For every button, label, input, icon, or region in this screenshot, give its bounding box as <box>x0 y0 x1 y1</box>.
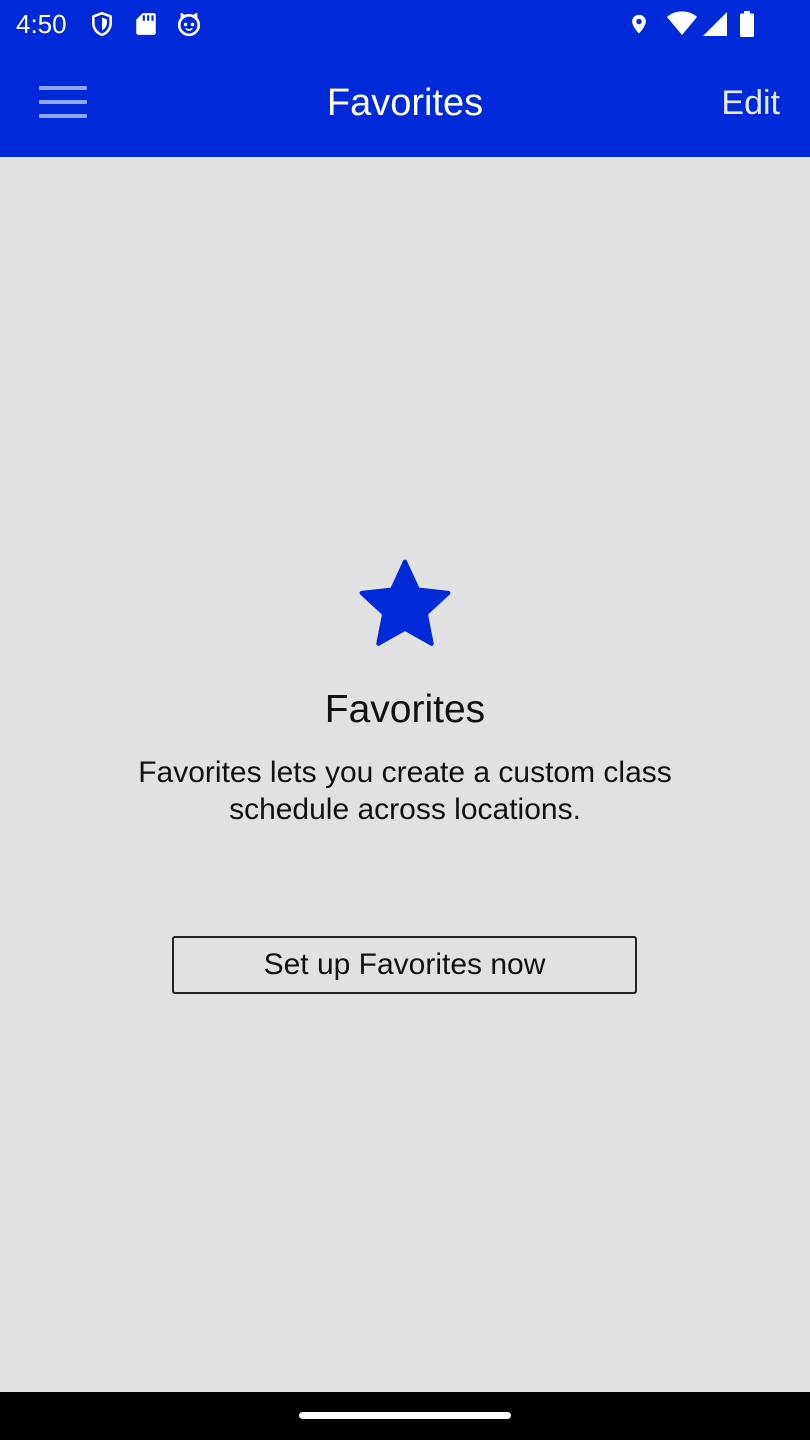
setup-favorites-button[interactable]: Set up Favorites now <box>172 936 637 994</box>
system-navigation-bar <box>0 1392 810 1440</box>
favorites-empty-state: Favorites Favorites lets you create a cu… <box>0 157 810 1392</box>
wifi-icon <box>667 11 697 35</box>
location-icon <box>632 14 646 34</box>
empty-state-title: Favorites <box>324 688 486 731</box>
signal-icon <box>703 12 727 36</box>
battery-icon <box>740 11 754 37</box>
page-title: Favorites <box>326 82 484 124</box>
star-icon <box>359 559 451 646</box>
status-bar: 4:50 <box>0 0 810 48</box>
empty-state-description: Favorites lets you create a custom class… <box>138 756 672 826</box>
sd-card-icon <box>136 13 156 35</box>
cat-face-icon <box>177 12 201 37</box>
app-bar: Favorites Edit <box>0 48 810 157</box>
home-indicator[interactable] <box>299 1412 511 1419</box>
shield-icon <box>92 11 112 37</box>
status-time: 4:50 <box>16 9 67 39</box>
edit-button[interactable]: Edit <box>721 81 780 125</box>
